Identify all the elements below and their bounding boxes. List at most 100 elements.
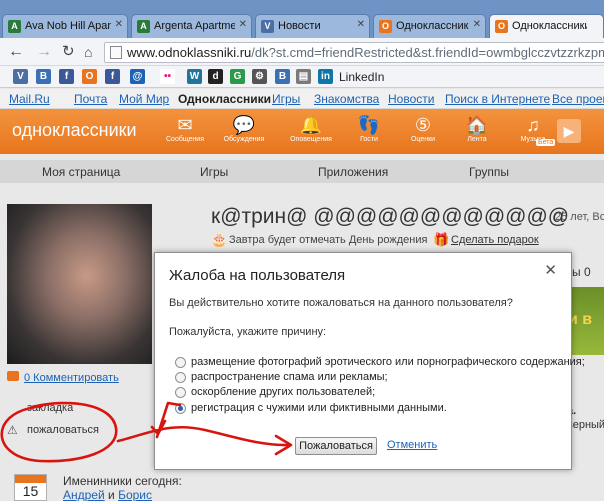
reason-label: регистрация с чужими или фиктивными данн… xyxy=(191,402,447,414)
ok-favicon-icon: О xyxy=(379,20,392,33)
profile-age: 25 лет, Во xyxy=(555,211,604,223)
section-apps[interactable]: Приложения xyxy=(318,165,388,179)
section-games[interactable]: Игры xyxy=(200,165,228,179)
birthday-person-link[interactable]: Андрей xyxy=(63,488,105,501)
music-icon: ♫ xyxy=(526,115,540,135)
cancel-link[interactable]: Отменить xyxy=(387,439,437,451)
ok-favicon-icon: О xyxy=(495,20,508,33)
blog-icon[interactable]: B xyxy=(36,69,51,84)
home-icon[interactable]: ⌂ xyxy=(84,42,92,62)
reason-label: распространение спама или рекламы; xyxy=(191,371,388,383)
dialog-prompt: Пожалуйста, укажите причину: xyxy=(169,326,327,338)
birthday-note: Завтра будет отмечать День рождения xyxy=(229,234,428,246)
close-icon[interactable]: ✕ xyxy=(544,261,557,279)
submit-complaint-button[interactable]: Пожаловаться xyxy=(295,437,377,455)
portal-links-bar: Mail.Ru Почта Мой Мир Одноклассники Игры… xyxy=(0,89,604,109)
portal-link-odnoklassniki[interactable]: Одноклассники xyxy=(178,92,271,106)
bookmark-link[interactable]: закладка xyxy=(27,402,73,414)
tab-label: Новости xyxy=(278,20,321,32)
nav-feed[interactable]: 🏠 Лента xyxy=(452,114,502,143)
radio-button[interactable] xyxy=(175,372,186,383)
portal-link-mailru[interactable]: Mail.Ru xyxy=(9,92,50,106)
nav-ratings[interactable]: ⑤ Оценки xyxy=(398,114,448,143)
dialog-title: Жалоба на пользователя xyxy=(169,267,346,284)
browser-tab[interactable]: A Ava Nob Hill Apar ✕ xyxy=(2,14,128,38)
browser-tab-active[interactable]: О Одноклассники xyxy=(489,14,604,39)
section-groups[interactable]: Группы xyxy=(469,165,509,179)
birthdays-title: Именинники сегодня: xyxy=(63,474,182,488)
report-user-dialog: Жалоба на пользователя ✕ Вы действительн… xyxy=(154,252,585,470)
tab-label: Одноклассники xyxy=(512,20,587,32)
site-header: одноклассники ✉ Сообщения 💬 Обсуждения 🔔 Оп… xyxy=(0,109,604,154)
browser-tab[interactable]: V Новости ✕ xyxy=(255,14,370,38)
mail-icon[interactable]: @ xyxy=(130,69,145,84)
tab-label: Одноклассники xyxy=(396,20,469,32)
bookmark-linkedin-label[interactable]: LinkedIn xyxy=(339,70,384,84)
calendar-day: 15 xyxy=(22,483,39,499)
browser-tab[interactable]: О Одноклассники ✕ xyxy=(373,14,486,38)
portal-link-news[interactable]: Новости xyxy=(388,92,434,106)
birthday-person-link[interactable]: Борис xyxy=(118,488,152,501)
radio-button[interactable] xyxy=(175,403,186,414)
section-nav: Моя страница Игры Приложения Группы xyxy=(0,160,604,183)
photo-favicon-icon: A xyxy=(137,20,150,33)
close-icon[interactable]: ✕ xyxy=(115,19,123,30)
right-column-fragment: верный xyxy=(567,419,604,431)
reason-label: размещение фотографий эротического или п… xyxy=(191,356,585,368)
dialog-question: Вы действительно хотите пожаловаться на … xyxy=(169,297,513,309)
flickr-icon[interactable]: •• xyxy=(160,69,175,84)
radio-button[interactable] xyxy=(175,357,186,368)
tab-label: Ava Nob Hill Apar xyxy=(25,20,111,32)
browser-tab-bar: A Ava Nob Hill Apar ✕ A Argenta Apartme … xyxy=(0,0,604,39)
url-host: www.odnoklassniki.ru xyxy=(127,45,252,60)
google-icon[interactable]: G xyxy=(230,69,245,84)
nav-discussions[interactable]: 💬 Обсуждения xyxy=(219,114,269,143)
back-arrow-icon[interactable]: ← xyxy=(8,42,24,62)
radio-button[interactable] xyxy=(175,387,186,398)
send-gift-link[interactable]: Сделать подарок xyxy=(451,234,539,246)
profile-name: к@трин@ @@@@@@@@@@@@ xyxy=(211,205,570,228)
bookmark-icon[interactable]: ▤ xyxy=(296,69,311,84)
warning-icon: ⚠ xyxy=(7,423,18,437)
url-path: /dk?st.cmd=friendRestricted&st.friendId=… xyxy=(251,45,604,60)
rating-icon: ⑤ xyxy=(414,115,432,135)
ok-icon[interactable]: О xyxy=(82,69,97,84)
blogger-icon[interactable]: B xyxy=(275,69,290,84)
ad-banner[interactable]: и в xyxy=(568,287,604,355)
portal-link-games[interactable]: Игры xyxy=(272,92,300,106)
chat-icon: 💬 xyxy=(232,115,256,135)
nav-guests[interactable]: 👣 Гости xyxy=(344,114,394,143)
delicious-icon[interactable]: d xyxy=(208,69,223,84)
feed-icon: 🏠 xyxy=(465,115,489,135)
facebook-icon[interactable]: f xyxy=(105,69,120,84)
play-icon[interactable]: ▶ xyxy=(557,119,581,143)
envelope-icon: ✉ xyxy=(177,115,193,135)
site-logo[interactable]: одноклассники xyxy=(12,120,137,141)
close-icon[interactable]: ✕ xyxy=(357,19,365,30)
forward-arrow-icon[interactable]: → xyxy=(36,42,52,62)
portal-link-all-projects[interactable]: Все проекты xyxy=(552,92,604,106)
section-my-page[interactable]: Моя страница xyxy=(42,165,120,179)
gear-icon[interactable]: ⚙ xyxy=(252,69,267,84)
vk-icon[interactable]: V xyxy=(13,69,28,84)
wordpress-icon[interactable]: W xyxy=(187,69,202,84)
close-icon[interactable]: ✕ xyxy=(239,19,247,30)
portal-link-dating[interactable]: Знакомства xyxy=(314,92,379,106)
facebook-icon[interactable]: f xyxy=(59,69,74,84)
portal-link-search[interactable]: Поиск в Интернете xyxy=(445,92,550,106)
photo-favicon-icon: A xyxy=(8,20,21,33)
close-icon[interactable]: ✕ xyxy=(473,19,481,30)
address-bar[interactable]: www.odnoklassniki.ru/dk?st.cmd=friendRes… xyxy=(104,42,604,63)
browser-toolbar: ← → ↻ ⌂ www.odnoklassniki.ru/dk?st.cmd=f… xyxy=(0,38,604,66)
comments-link[interactable]: 0 Комментировать xyxy=(24,372,119,384)
browser-tab[interactable]: A Argenta Apartme ✕ xyxy=(131,14,252,38)
bell-icon: 🔔 xyxy=(299,115,323,135)
portal-link-mail[interactable]: Почта xyxy=(74,92,107,106)
complain-link[interactable]: пожаловаться xyxy=(27,424,99,436)
portal-link-my-world[interactable]: Мой Мир xyxy=(119,92,169,106)
profile-photo[interactable] xyxy=(7,204,152,364)
linkedin-icon[interactable]: in xyxy=(318,69,333,84)
reload-icon[interactable]: ↻ xyxy=(62,42,75,62)
nav-notifications[interactable]: 🔔 Оповещения xyxy=(286,114,336,143)
nav-messages[interactable]: ✉ Сообщения xyxy=(160,114,210,143)
